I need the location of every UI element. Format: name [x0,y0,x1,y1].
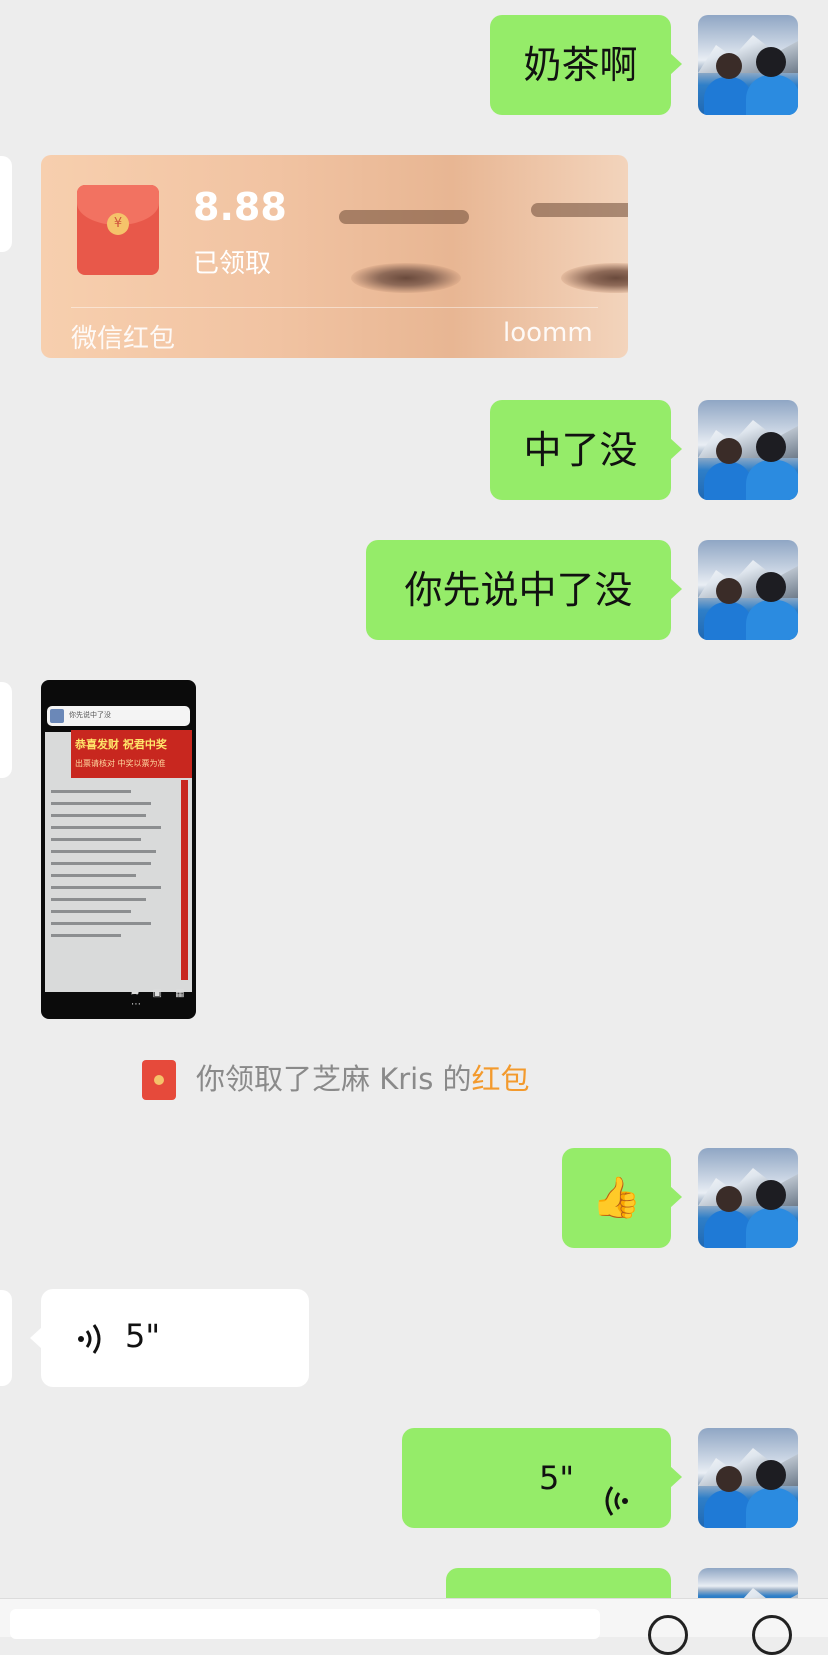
image-stripe [181,780,188,980]
message-text: 你先说中了没 [404,568,633,612]
avatar[interactable] [698,15,798,115]
chat-input-bar[interactable] [0,1598,828,1655]
avatar[interactable] [698,1428,798,1528]
partial-incoming-bubble [0,156,12,252]
message-text: 奶茶啊 [523,43,638,87]
incoming-voice-message[interactable]: 5" [30,1289,309,1387]
packet-status: 已领取 [193,249,272,279]
system-notice: 你领取了芝麻 Kris 的红包 [196,1058,530,1100]
image-banner-title: 恭喜发财 祝君中奖 [75,738,167,751]
outgoing-message[interactable]: 中了没 [490,400,682,500]
image-banner-subtitle: 出票请核对 中奖以票为准 [75,759,166,768]
image-notification-bar: 你先说中了没 [47,706,190,726]
partial-incoming-bubble [0,1290,12,1386]
message-input[interactable] [10,1609,600,1639]
divider [71,307,598,308]
red-envelope-icon: ¥ [77,185,159,275]
image-toolbar-icons: ➦ ▣ ▦ ⋯ [131,988,190,1010]
outgoing-message[interactable]: 你先说中了没 [366,540,682,640]
outgoing-message[interactable]: 奶茶啊 [490,15,682,115]
emoji-icon[interactable] [648,1615,688,1655]
red-packet-link[interactable]: 红包 [472,1062,530,1096]
red-packet-icon [142,1060,176,1100]
image-message[interactable]: 你先说中了没 恭喜发财 祝君中奖 出票请核对 中奖以票为准 ➦ ▣ ▦ ⋯ [41,680,196,1019]
avatar[interactable] [698,400,798,500]
message-text: 中了没 [523,428,638,472]
packet-cover-label: loomm [503,318,593,348]
voice-wave-icon [597,1458,631,1558]
packet-amount: 8.88 [193,185,287,229]
partial-incoming-bubble [0,682,12,778]
packet-brand: 微信红包 [71,324,176,354]
outgoing-voice-message[interactable]: 5" [402,1428,682,1528]
voice-duration: 5" [539,1459,575,1497]
avatar[interactable] [698,1148,798,1248]
avatar[interactable] [698,540,798,640]
voice-duration: 5" [125,1317,161,1355]
plus-icon[interactable] [752,1615,792,1655]
system-notice-text: 你领取了芝麻 Kris 的 [196,1062,472,1096]
voice-wave-icon [75,1319,109,1367]
thumbs-up-emoji: 👍 [591,1175,642,1221]
outgoing-message[interactable]: 👍 [562,1148,682,1248]
red-packet-message[interactable]: ¥ 8.88 已领取 微信红包 loomm [41,155,628,358]
